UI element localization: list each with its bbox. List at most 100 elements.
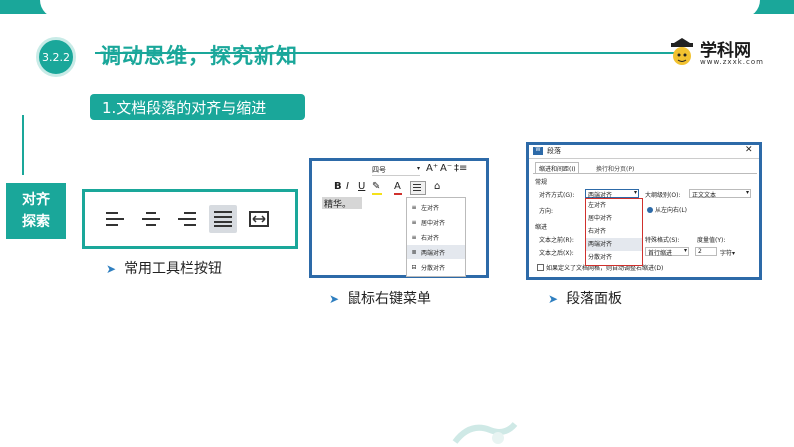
rtl-radio[interactable]: 从左向右(L)	[647, 205, 687, 214]
align-justify-icon	[413, 184, 421, 191]
align-label: 对齐方式(G):	[539, 192, 575, 199]
align-justify-icon	[214, 211, 232, 227]
close-icon[interactable]: ✕	[745, 145, 753, 155]
align-dropdown-list: 左对齐 居中对齐 右对齐 两端对齐 分散对齐	[585, 198, 643, 266]
line-spacing-icon[interactable]: ‡≡	[454, 163, 467, 174]
font-size-value: 四号	[372, 166, 386, 174]
context-menu-caption: ➤ 鼠标右键菜单	[329, 288, 431, 308]
dropdown-option[interactable]: 分散对齐	[586, 251, 642, 264]
align-justify-icon: ≣	[411, 248, 417, 256]
chevron-down-icon: ▾	[633, 189, 637, 196]
section-general-label: 常规	[535, 179, 548, 186]
menu-item-label: 分散对齐	[421, 264, 446, 272]
menu-item-label: 居中对齐	[421, 219, 446, 227]
arrow-bullet-icon: ➤	[548, 292, 559, 306]
menu-item-align-left[interactable]: ≡ 左对齐	[407, 200, 465, 214]
app-icon: W	[533, 147, 543, 155]
font-color-icon[interactable]: A	[394, 181, 401, 192]
align-center-icon: ≡	[411, 218, 417, 226]
tab-divider	[533, 173, 757, 174]
dialog-title: 段落	[547, 147, 561, 155]
title-divider	[529, 158, 759, 159]
align-right-icon	[178, 212, 196, 226]
highlight-icon[interactable]: ✎	[372, 181, 380, 192]
align-right-button[interactable]	[173, 205, 201, 233]
decorative-swirl-icon	[452, 421, 518, 444]
grow-font-icon[interactable]: A⁺	[426, 163, 438, 174]
highlight-color-bar	[372, 193, 382, 195]
dropdown-option[interactable]: 居中对齐	[586, 212, 642, 225]
page-title: 调动思维，探究新知	[100, 44, 298, 68]
outline-select[interactable]: 正文文本 ▾	[689, 189, 751, 199]
indent-before-label: 文本之前(R):	[539, 237, 574, 244]
context-menu-caption-text: 鼠标右键菜单	[347, 291, 432, 307]
special-select[interactable]: 首行缩进 ▾	[645, 247, 689, 257]
menu-item-align-distributed[interactable]: ⊟ 分散对齐	[407, 260, 465, 274]
menu-item-label: 右对齐	[421, 234, 440, 242]
align-center-button[interactable]	[137, 205, 165, 233]
underline-icon[interactable]: U	[358, 181, 365, 192]
checkbox-icon	[537, 264, 544, 271]
subtitle-bar: 1.文档段落的对齐与缩进	[90, 94, 305, 120]
indent-after-label: 文本之后(X):	[539, 250, 574, 257]
side-tag-line2: 探索	[22, 214, 50, 230]
measure-value: 2	[698, 248, 702, 255]
paragraph-dialog-caption-text: 段落面板	[566, 291, 623, 307]
align-center-icon	[142, 212, 160, 226]
italic-icon[interactable]: I	[346, 181, 349, 192]
align-left-icon	[106, 212, 124, 226]
chevron-down-icon: ▾	[683, 247, 687, 254]
radio-selected-icon	[647, 206, 653, 213]
side-vertical-line	[22, 115, 24, 175]
paragraph-dialog-screenshot: W 段落 ✕ 缩进和间距(I) 换行和分页(P) 常规 对齐方式(G): 两端对…	[526, 142, 762, 280]
menu-item-align-right[interactable]: ≡ 右对齐	[407, 230, 465, 244]
align-right-icon: ≡	[411, 233, 417, 241]
align-distributed-icon: ⊟	[411, 263, 417, 271]
top-notch	[40, 0, 760, 18]
chevron-down-icon: ▾	[745, 189, 749, 196]
arrow-bullet-icon: ➤	[329, 292, 340, 306]
menu-item-align-justify[interactable]: ≣ 两端对齐	[407, 245, 465, 259]
side-tag: 对齐 探索	[6, 183, 66, 239]
align-dropdown-menu: ≡ 左对齐 ≡ 居中对齐 ≡ 右对齐 ≣ 两端对齐 ⊟ 分散对齐	[406, 197, 466, 277]
section-indent-label: 缩进	[535, 224, 548, 231]
menu-item-label: 左对齐	[421, 204, 440, 212]
outline-select-value: 正文文本	[692, 192, 717, 199]
measure-label: 度量值(Y):	[697, 237, 726, 244]
context-menu-screenshot: 四号 ▾ A⁺ A⁻ ‡≡ B I U ✎ A ⌂ 精华。 ≡ 左对齐 ≡ 居中对齐…	[309, 158, 489, 278]
menu-item-align-center[interactable]: ≡ 居中对齐	[407, 215, 465, 229]
selected-text: 精华。	[322, 197, 362, 210]
outline-label: 大纲级别(O):	[645, 192, 681, 199]
measure-input[interactable]: 2	[695, 247, 717, 256]
align-menu-button[interactable]	[410, 181, 426, 195]
section-number-badge: 3.2.2	[36, 37, 76, 77]
dropdown-option-selected[interactable]: 两端对齐	[586, 238, 642, 251]
dropdown-option[interactable]: 左对齐	[586, 199, 642, 212]
special-select-value: 首行缩进	[648, 250, 673, 257]
format-painter-icon[interactable]: ⌂	[434, 181, 440, 192]
font-size-select[interactable]: 四号 ▾	[372, 165, 420, 176]
bold-icon[interactable]: B	[334, 181, 342, 192]
direction-label: 方向:	[539, 208, 554, 215]
font-color-bar	[394, 193, 402, 195]
toolbar-caption-text: 常用工具栏按钮	[124, 261, 223, 277]
chevron-down-icon: ▾	[416, 165, 420, 172]
toolbar-caption: ➤ 常用工具栏按钮	[106, 258, 222, 278]
dropdown-option[interactable]: 右对齐	[586, 225, 642, 238]
measure-unit[interactable]: 字符▾	[720, 248, 735, 257]
shrink-font-icon[interactable]: A⁻	[440, 163, 452, 174]
align-justify-button[interactable]	[209, 205, 237, 233]
toolbar-buttons-panel	[82, 189, 298, 249]
align-left-button[interactable]	[101, 205, 129, 233]
special-label: 特殊格式(S):	[645, 237, 680, 244]
align-left-icon: ≡	[411, 203, 417, 211]
arrow-bullet-icon: ➤	[106, 262, 117, 276]
measure-unit-label: 字符	[720, 250, 733, 257]
align-select[interactable]: 两端对齐 ▾	[585, 189, 639, 199]
menu-item-label: 两端对齐	[421, 249, 446, 257]
align-distributed-button[interactable]	[245, 205, 273, 233]
paragraph-dialog-caption: ➤ 段落面板	[548, 288, 622, 308]
logo-url: www.zxxk.com	[700, 58, 764, 66]
rtl-radio-label: 从左向右(L)	[655, 207, 688, 214]
side-tag-line1: 对齐	[22, 192, 50, 208]
